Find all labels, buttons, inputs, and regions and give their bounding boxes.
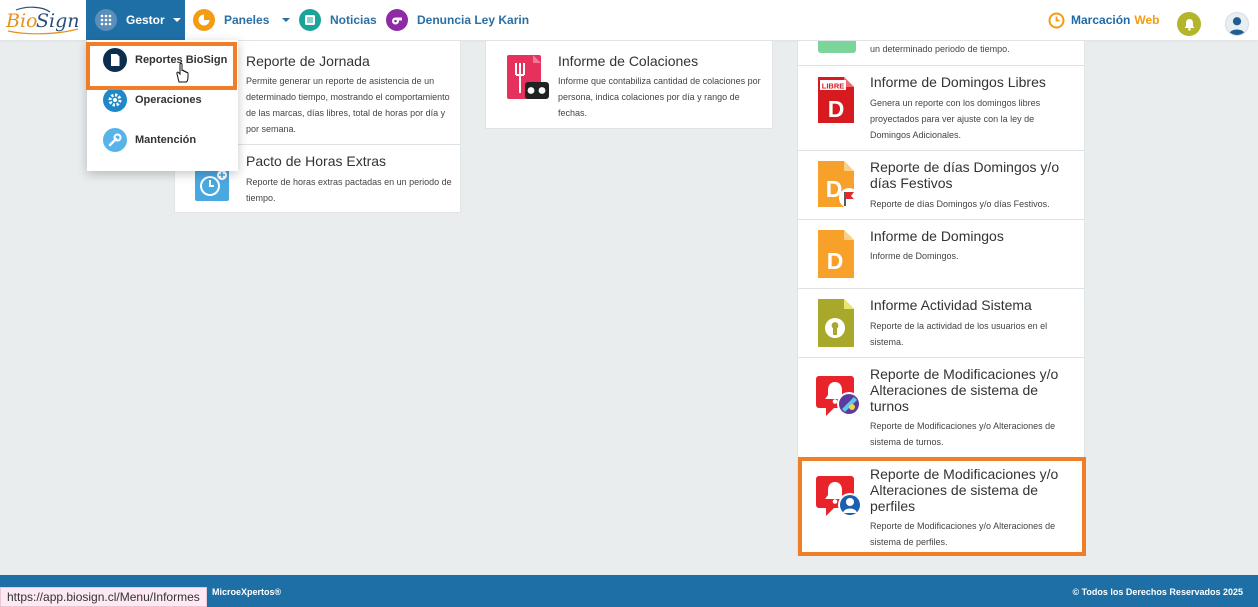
fork-knife-icon	[507, 55, 551, 106]
menu-item-label: Mantención	[135, 134, 197, 146]
svg-text:Bio: Bio	[6, 10, 37, 32]
clock-icon	[1048, 12, 1065, 29]
nav-gestor[interactable]: Gestor	[86, 0, 185, 40]
newspaper-icon	[299, 9, 321, 31]
report-description: Informe que contabiliza cantidad de cola…	[558, 76, 761, 118]
report-title: Informe de Domingos Libres	[870, 74, 1046, 90]
gestor-dropdown-menu: Reportes BioSign Operaciones Mantención	[86, 40, 238, 171]
report-description: un determinado periodo de tiempo.	[870, 44, 1010, 54]
report-title: Reporte de Jornada	[246, 53, 370, 69]
report-item-domingos[interactable]: D Informe de Domingos Informe de Domingo…	[798, 220, 1084, 289]
report-item-modificaciones-turnos[interactable]: Reporte de Modificaciones y/o Alteracion…	[798, 358, 1084, 458]
nav-denuncia[interactable]: Denuncia Ley Karin	[386, 0, 529, 40]
report-item-actividad-sistema[interactable]: Informe Actividad Sistema Reporte de la …	[798, 289, 1084, 358]
report-icon-partial	[818, 41, 856, 53]
footer-copyright: © Todos los Derechos Reservados 2025	[1072, 587, 1243, 597]
report-title: Informe de Domingos	[870, 228, 1004, 244]
report-title: Informe Actividad Sistema	[870, 297, 1032, 313]
icon-letter: D	[828, 96, 845, 122]
report-item-domingos-festivos[interactable]: D Reporte de días Domingos y/o días Fest…	[798, 151, 1084, 220]
report-title: Pacto de Horas Extras	[246, 153, 387, 169]
top-navbar: Bio Sign Gestor Paneles Noticias Denunci…	[0, 0, 1258, 40]
nav-paneles[interactable]: Paneles	[193, 0, 291, 40]
report-description: Reporte de la actividad de los usuarios …	[870, 321, 1048, 347]
chevron-down-icon	[282, 18, 291, 22]
marcacion-web-link[interactable]: Marcación Web	[1048, 0, 1159, 40]
whistle-icon	[386, 9, 408, 31]
lock-icon	[818, 299, 854, 352]
highlight-frame	[798, 457, 1086, 556]
bell-icon[interactable]	[1177, 12, 1201, 36]
marcacion-label: Marcación	[1071, 13, 1131, 27]
highlight-frame	[86, 42, 237, 90]
pie-chart-icon	[193, 9, 215, 31]
report-description: Permite generar un reporte de asistencia…	[246, 76, 450, 134]
chevron-down-icon	[172, 18, 181, 22]
user-avatar-icon[interactable]	[1225, 12, 1249, 36]
gear-icon	[103, 88, 127, 112]
report-description: Genera un reporte con los domingos libre…	[870, 98, 1041, 140]
icon-label: LIBRE	[822, 82, 845, 91]
menu-item-label: Operaciones	[135, 94, 202, 106]
report-title: Informe de Colaciones	[558, 53, 699, 69]
report-item-domingos-libres[interactable]: LIBRE D Informe de Domingos Libres Genera…	[798, 66, 1084, 151]
report-card-column-2: Informe de Colaciones Informe que contab…	[485, 40, 773, 129]
nav-noticias-label: Noticias	[330, 13, 377, 27]
calendar-libre-icon: LIBRE D	[818, 77, 854, 128]
calendar-d-icon: D	[818, 230, 854, 283]
grid-icon	[95, 9, 117, 31]
biosign-logo[interactable]: Bio Sign	[5, 4, 82, 36]
icon-letter: D	[827, 248, 844, 274]
marcacion-web-label: Web	[1134, 13, 1160, 27]
nav-gestor-label: Gestor	[126, 13, 165, 27]
report-item-colaciones[interactable]: Informe de Colaciones Informe que contab…	[486, 41, 772, 128]
nav-paneles-label: Paneles	[224, 13, 270, 27]
report-item-partial[interactable]: un determinado periodo de tiempo.	[798, 41, 1084, 66]
report-description: Reporte de Modificaciones y/o Alteracion…	[870, 421, 1056, 447]
report-description: Reporte de horas extras pactadas en un p…	[246, 177, 452, 203]
wrench-icon	[103, 128, 127, 152]
hand-cursor-icon	[176, 62, 189, 83]
footer-company: MicroeXpertos®	[212, 587, 282, 597]
report-title: Reporte de días Domingos y/o días Festiv…	[870, 159, 1060, 191]
nav-noticias[interactable]: Noticias	[299, 0, 377, 40]
report-description: Reporte de días Domingos y/o días Festiv…	[870, 199, 1050, 209]
calendar-flag-icon: D	[818, 161, 860, 214]
clock-plus-icon	[195, 167, 231, 208]
status-bar-url: https://app.biosign.cl/Menu/Informes	[0, 587, 207, 607]
menu-item-mantencion[interactable]: Mantención	[87, 120, 238, 160]
report-title: Reporte de Modificaciones y/o Alteracion…	[870, 366, 1059, 414]
bell-alert-moon-icon	[816, 372, 864, 423]
svg-text:Sign: Sign	[36, 10, 80, 32]
report-description: Informe de Domingos.	[870, 251, 959, 261]
nav-denuncia-label: Denuncia Ley Karin	[417, 13, 530, 27]
